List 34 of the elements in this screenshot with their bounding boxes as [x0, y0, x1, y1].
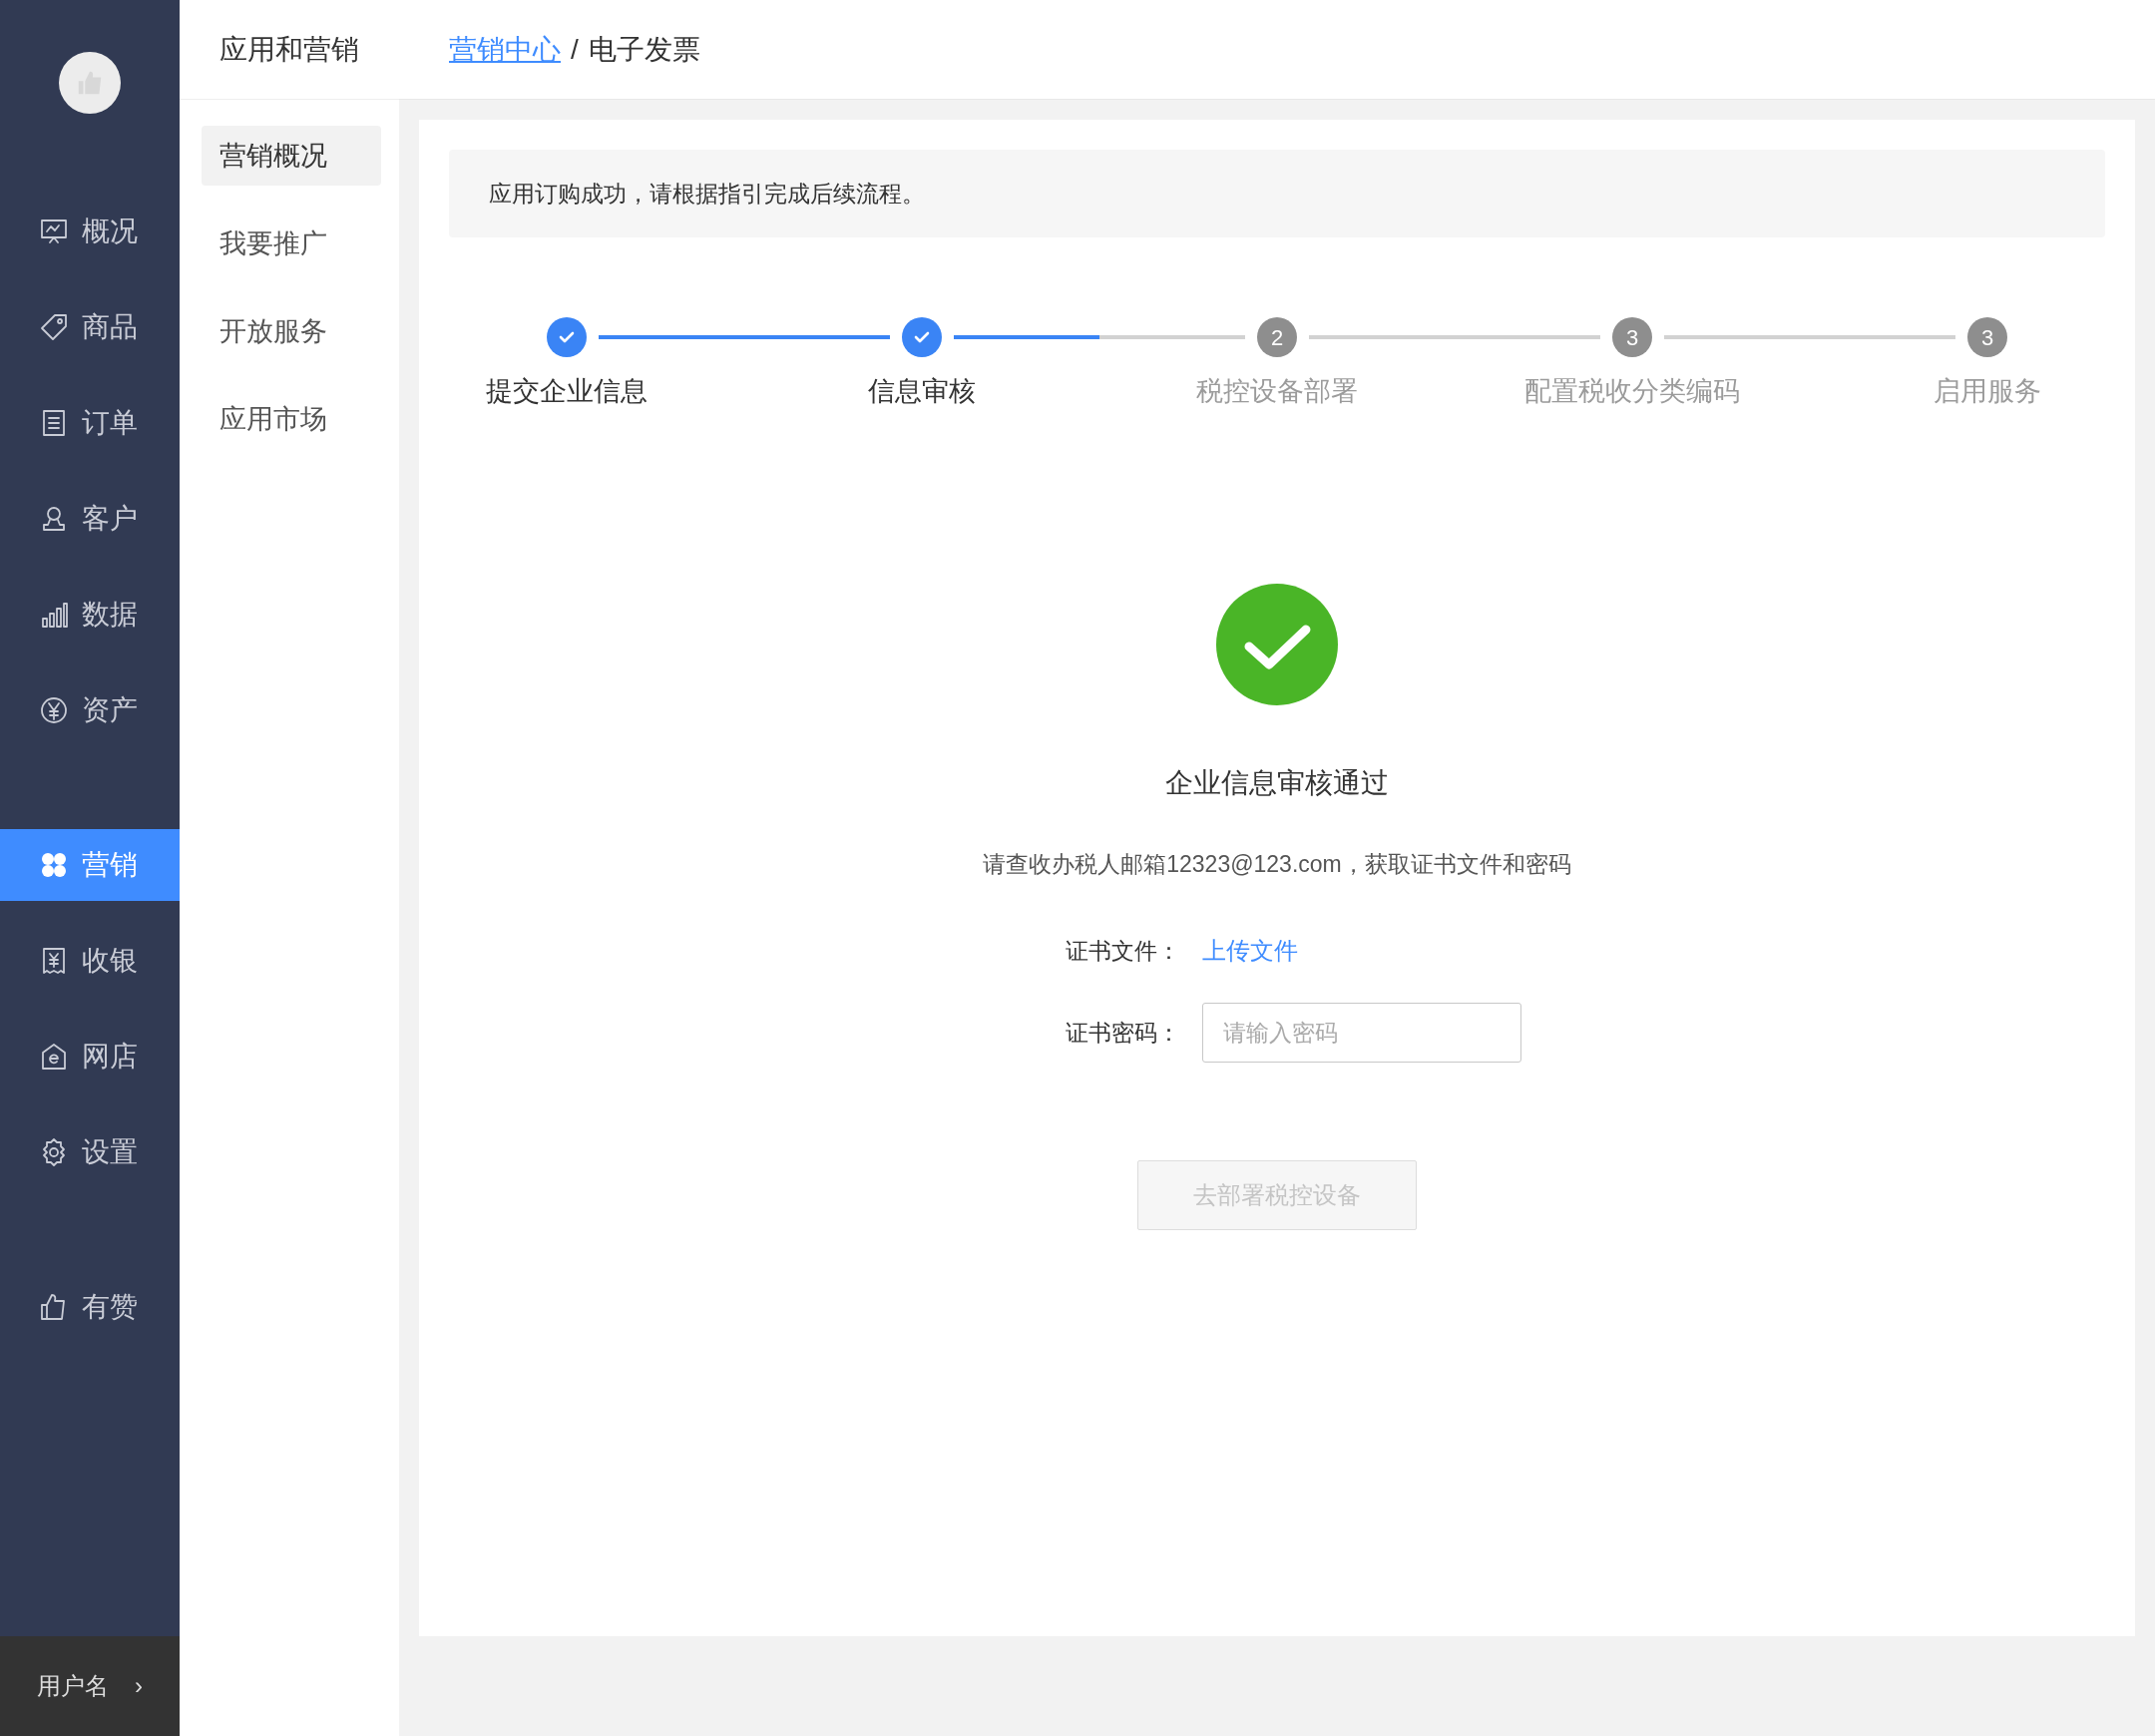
breadcrumb-separator: / — [571, 32, 579, 67]
nav-item[interactable]: 有赞 — [0, 1271, 180, 1343]
tag-icon — [38, 311, 70, 343]
nav-item[interactable]: 网店 — [0, 1021, 180, 1092]
subnav-item[interactable]: 营销概况 — [202, 126, 381, 186]
step-label: 提交企业信息 — [486, 375, 647, 408]
nav-item[interactable]: 订单 — [0, 387, 180, 459]
nav-item[interactable]: 收银 — [0, 925, 180, 997]
result-description: 请查收办税人邮箱12323@123.com，获取证书文件和密码 — [983, 849, 1571, 879]
step-label: 税控设备部署 — [1196, 375, 1358, 408]
password-field[interactable]: 请输入密码 — [1202, 1003, 1521, 1063]
nav-item[interactable]: 数据 — [0, 579, 180, 651]
nav-item[interactable]: 客户 — [0, 483, 180, 555]
field-label: 证书文件： — [1065, 936, 1180, 966]
nav-item[interactable]: 商品 — [0, 291, 180, 363]
success-check-icon — [1216, 583, 1338, 705]
nav-item[interactable]: 概况 — [0, 196, 180, 267]
breadcrumb-current: 电子发票 — [588, 32, 700, 67]
step-number: 3 — [1967, 317, 2007, 357]
notice-message: 应用订购成功，请根据指引完成后续流程。 — [449, 150, 2105, 237]
step-label: 启用服务 — [1934, 375, 2041, 408]
subnav-item[interactable]: 应用市场 — [202, 389, 381, 449]
user-menu[interactable]: 用户名 › — [0, 1636, 180, 1736]
nav-item[interactable]: 资产 — [0, 674, 180, 746]
yen-icon — [38, 694, 70, 726]
step-label: 信息审核 — [868, 375, 976, 408]
nav-item[interactable]: 设置 — [0, 1116, 180, 1188]
step-number: 3 — [1612, 317, 1652, 357]
field-label: 证书密码： — [1065, 1018, 1180, 1048]
step-label: 配置税收分类编码 — [1524, 375, 1740, 408]
subnav-item[interactable]: 开放服务 — [202, 301, 381, 361]
result-title: 企业信息审核通过 — [1165, 765, 1389, 800]
step-number: 2 — [1257, 317, 1297, 357]
subnav-item[interactable]: 我要推广 — [202, 214, 381, 273]
